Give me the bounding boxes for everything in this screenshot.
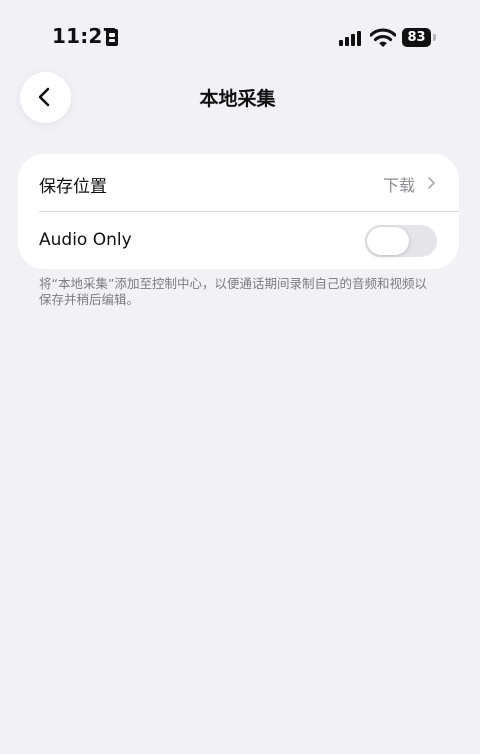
toggle-knob: [367, 227, 409, 255]
save-location-label: 保存位置: [39, 177, 107, 197]
cellular-signal-icon: [339, 31, 365, 46]
audio-only-row: Audio Only: [18, 212, 459, 269]
chevron-right-icon: [428, 177, 435, 189]
sim-card-icon: [106, 29, 118, 46]
audio-only-label: Audio Only: [39, 230, 132, 250]
navigation-bar: 本地采集: [0, 70, 480, 124]
settings-card: 保存位置 下载 Audio Only: [18, 154, 459, 269]
battery-level: 83: [402, 28, 431, 47]
footnote-text: 将“本地采集”添加至控制中心，以便通话期间录制自己的音频和视频以保存并稍后编辑。: [39, 276, 427, 307]
status-bar: 11:27 83: [0, 0, 480, 70]
page-title: 本地采集: [199, 88, 276, 110]
battery-icon: 83: [402, 28, 436, 48]
wifi-icon: [369, 28, 397, 48]
audio-only-toggle[interactable]: [365, 225, 437, 257]
save-location-value: 下载: [382, 176, 415, 195]
save-location-row[interactable]: 保存位置 下载: [18, 154, 459, 212]
